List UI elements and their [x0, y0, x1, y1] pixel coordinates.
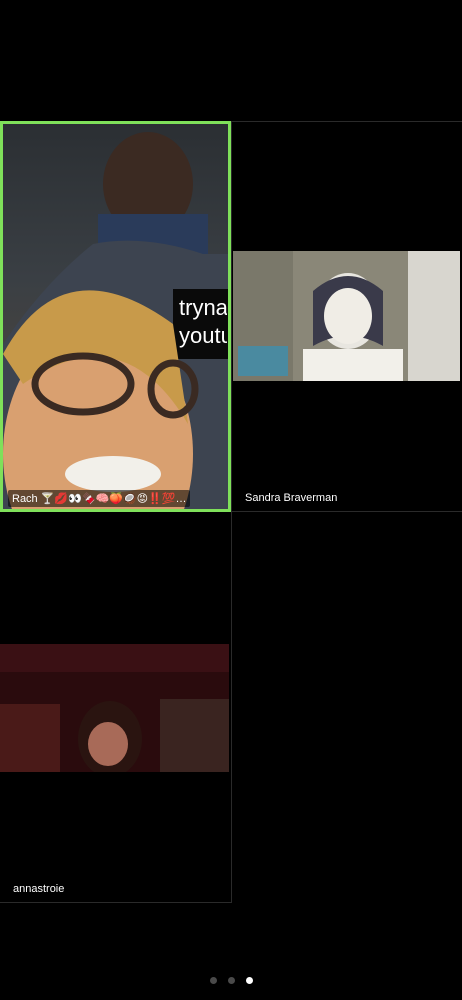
video-frame-annastroie [0, 644, 229, 772]
participant-name-label: annastroie [13, 883, 65, 895]
grid-divider-top-right [231, 121, 462, 122]
participant-tile-annastroie[interactable]: annastroie [0, 512, 231, 903]
page-indicator[interactable] [0, 974, 462, 986]
participant-tile-sandra[interactable]: Sandra Braverman [231, 121, 462, 512]
participant-name-label: Rach 🍸💋👀🍫🧠🍑🥥😡‼️💯… [8, 490, 191, 507]
page-dot-2[interactable] [227, 976, 235, 984]
empty-tile [231, 512, 462, 903]
video-feed-rach: tryna youtu [3, 124, 228, 509]
participant-name-label: Sandra Braverman [245, 492, 338, 504]
grid-divider-vertical [231, 121, 232, 903]
video-feed-sandra [233, 251, 460, 381]
page-dot-3-active[interactable] [245, 976, 253, 984]
page-dot-1[interactable] [209, 976, 217, 984]
video-frame-sandra [233, 251, 460, 381]
video-feed-annastroie [0, 644, 229, 772]
participant-tile-rach[interactable]: tryna youtu Rach 🍸💋👀🍫🧠🍑🥥😡‼️💯… [0, 121, 231, 512]
grid-divider-bottom [0, 902, 232, 903]
grid-divider-horizontal [231, 511, 462, 512]
video-overlay-text: tryna youtu [179, 295, 227, 348]
